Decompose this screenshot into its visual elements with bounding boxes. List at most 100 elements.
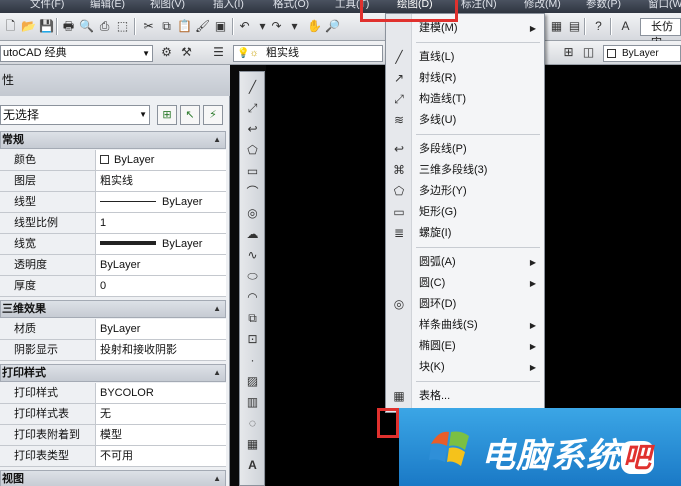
- line-icon[interactable]: ╱: [243, 78, 262, 97]
- menu-item[interactable]: 视图(V): [150, 0, 185, 11]
- menu-item[interactable]: 参数(P): [586, 0, 621, 11]
- draw-menu-item[interactable]: ▦ 表格...: [386, 386, 544, 407]
- paste-icon[interactable]: 📋: [176, 18, 193, 35]
- property-row[interactable]: 图层 粗实线: [0, 171, 226, 192]
- property-value-cell[interactable]: 粗实线: [96, 171, 226, 191]
- circle-icon[interactable]: ◎: [243, 204, 262, 223]
- property-row[interactable]: 颜色 ByLayer: [0, 150, 226, 171]
- property-row[interactable]: 打印样式 BYCOLOR: [0, 383, 226, 404]
- spline-icon[interactable]: ∿: [243, 246, 262, 265]
- menu-item[interactable]: 修改(M): [524, 0, 561, 11]
- hatch-icon[interactable]: ▨: [243, 372, 262, 391]
- collapse-icon[interactable]: ▲: [213, 471, 221, 486]
- linetype-select[interactable]: ByLayer: [603, 45, 681, 62]
- quick-select-icon[interactable]: ⚡: [203, 105, 223, 125]
- draw-menu-item[interactable]: ╱ 直线(L): [386, 47, 544, 68]
- layer-select[interactable]: 💡☼ 粗实线: [233, 45, 383, 62]
- print-preview-icon[interactable]: 🔍: [78, 18, 95, 35]
- property-row[interactable]: 材质 ByLayer: [0, 319, 226, 340]
- selection-select[interactable]: 无选择 ▼: [0, 105, 150, 125]
- redo-icon[interactable]: ↷: [268, 18, 285, 35]
- draw-menu-item[interactable]: 椭圆(E) ▶: [386, 336, 544, 357]
- menu-item[interactable]: 插入(I): [213, 0, 244, 11]
- draw-menu-item[interactable]: ⬠ 多边形(Y): [386, 181, 544, 202]
- property-row[interactable]: 打印样式表无: [0, 404, 226, 425]
- property-value-cell[interactable]: 无: [96, 404, 226, 424]
- draw-menu-item[interactable]: ◎ 圆环(D): [386, 294, 544, 315]
- collapse-icon[interactable]: ▲: [213, 132, 221, 148]
- ellipse-arc-icon[interactable]: ◠: [243, 288, 262, 307]
- calculator-icon[interactable]: ▤: [566, 18, 583, 35]
- draw-menu-item[interactable]: ↩ 多段线(P): [386, 139, 544, 160]
- draw-menu-item[interactable]: 圆(C) ▶: [386, 273, 544, 294]
- ellipse-icon[interactable]: ⬭: [243, 267, 262, 286]
- cut-icon[interactable]: ✂: [140, 18, 157, 35]
- property-value-cell[interactable]: 1: [96, 213, 226, 233]
- region-icon[interactable]: ◌: [243, 414, 262, 433]
- point-icon[interactable]: ·: [243, 351, 262, 370]
- collapse-icon[interactable]: ▲: [213, 301, 221, 317]
- property-value-cell[interactable]: ByLayer: [96, 234, 226, 254]
- pan-icon[interactable]: ✋: [306, 18, 323, 35]
- draw-menu-item[interactable]: ≋ 多线(U): [386, 110, 544, 131]
- draw-menu-item[interactable]: 样条曲线(S) ▶: [386, 315, 544, 336]
- copy-icon[interactable]: ⧉: [158, 18, 175, 35]
- gradient-icon[interactable]: ▥: [243, 393, 262, 412]
- menu-item[interactable]: 文件(F): [30, 0, 64, 11]
- print-icon[interactable]: 🖶: [60, 18, 77, 35]
- mtext-icon[interactable]: A: [243, 456, 262, 475]
- customize-icon[interactable]: ⚒: [178, 44, 195, 61]
- draw-menu-item[interactable]: ↗ 射线(R): [386, 68, 544, 89]
- polygon-icon[interactable]: ⬠: [243, 141, 262, 160]
- property-row[interactable]: 透明度 ByLayer: [0, 255, 226, 276]
- zoom-realtime-icon[interactable]: 🔎: [324, 18, 341, 35]
- table-icon[interactable]: ▦: [243, 435, 262, 454]
- property-row[interactable]: 打印表类型 不可用: [0, 446, 226, 467]
- section-header[interactable]: 三维效果 ▲: [0, 300, 226, 318]
- redo-dropdown-icon[interactable]: ▾: [286, 18, 303, 35]
- new-file-icon[interactable]: 🗋: [2, 18, 19, 35]
- property-value-cell[interactable]: 投射和接收阴影: [96, 340, 226, 360]
- select-objects-icon[interactable]: ↖: [180, 105, 200, 125]
- make-block-icon[interactable]: ⊡: [243, 330, 262, 349]
- layer-previous-icon[interactable]: ◫: [580, 44, 597, 61]
- draw-menu-item[interactable]: ▭ 矩形(G): [386, 202, 544, 223]
- make-current-icon[interactable]: ⊞: [560, 44, 577, 61]
- match-properties-icon[interactable]: 🖌: [194, 18, 211, 35]
- property-row[interactable]: 线型比例 1: [0, 213, 226, 234]
- section-header[interactable]: 视图 ▲: [0, 470, 226, 486]
- property-row[interactable]: 阴影显示 投射和接收阴影: [0, 340, 226, 361]
- draw-menu-item[interactable]: ⌘ 三维多段线(3): [386, 160, 544, 181]
- menu-item[interactable]: 编辑(E): [90, 0, 125, 11]
- property-row[interactable]: 打印表附着到 模型: [0, 425, 226, 446]
- property-row[interactable]: 线宽 ByLayer: [0, 234, 226, 255]
- draw-menu-item[interactable]: 圆弧(A) ▶: [386, 252, 544, 273]
- collapse-icon[interactable]: ▲: [213, 365, 221, 381]
- property-value-cell[interactable]: 不可用: [96, 446, 226, 466]
- arc-icon[interactable]: ⌒: [243, 183, 262, 202]
- property-row[interactable]: 厚度 0: [0, 276, 226, 297]
- menu-item[interactable]: 标注(N): [461, 0, 497, 11]
- section-header[interactable]: 打印样式 ▲: [0, 364, 226, 382]
- draw-menu-item[interactable]: 块(K) ▶: [386, 357, 544, 378]
- property-value-cell[interactable]: 0: [96, 276, 226, 296]
- menu-item[interactable]: 格式(O): [273, 0, 309, 11]
- rectangle-icon[interactable]: ▭: [243, 162, 262, 181]
- polyline-icon[interactable]: ↩: [243, 120, 262, 139]
- workspace-select[interactable]: utoCAD 经典 ▼: [0, 45, 153, 62]
- property-value-cell[interactable]: ByLayer: [96, 255, 226, 275]
- text-style-select[interactable]: 长仿宋: [640, 18, 681, 49]
- property-value-cell[interactable]: ByLayer: [96, 319, 226, 339]
- insert-block-icon[interactable]: ⧉: [243, 309, 262, 328]
- property-value-cell[interactable]: 模型: [96, 425, 226, 445]
- toggle-pickadd-icon[interactable]: ⊞: [157, 105, 177, 125]
- help-icon[interactable]: ?: [590, 18, 607, 35]
- layer-manager-icon[interactable]: ☰: [210, 44, 227, 61]
- menu-item[interactable]: 窗口(W): [648, 0, 681, 11]
- publish-3d-icon[interactable]: ⬚: [114, 18, 131, 35]
- property-row[interactable]: 线型 ByLayer: [0, 192, 226, 213]
- draw-menu-item[interactable]: ⤢ 构造线(T): [386, 89, 544, 110]
- workspace-settings-icon[interactable]: ⚙: [158, 44, 175, 61]
- property-value-cell[interactable]: ByLayer: [96, 192, 226, 212]
- xline-icon[interactable]: ⤢: [243, 99, 262, 118]
